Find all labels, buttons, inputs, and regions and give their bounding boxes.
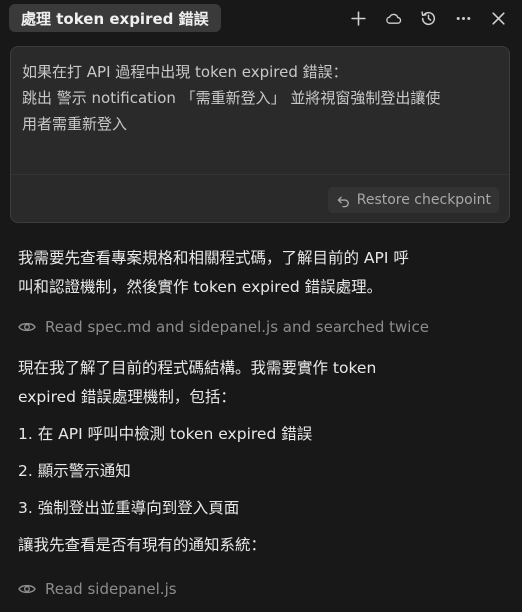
restore-checkpoint-label: Restore checkpoint	[356, 192, 491, 208]
assistant-check-note: 讓我先查看是否有現有的通知系統：	[18, 536, 267, 554]
prompt-line: 用者需重新登入	[22, 115, 128, 133]
list-item: 2. 顯示警示通知	[18, 462, 131, 480]
tool-call-read-sidepanel[interactable]: Read sidepanel.js	[18, 580, 498, 598]
plan-line: 現在我了解了目前的程式碼結構。我需要實作 token	[18, 359, 377, 377]
assistant-intro: 我需要先查看專案規格和相關程式碼，了解目前的 API 呼 叫和認證機制，然後實作…	[18, 244, 498, 302]
prompt-divider	[11, 174, 509, 175]
intro-line: 叫和認證機制，然後實作 token expired 錯誤處理。	[18, 278, 383, 296]
eye-icon	[18, 322, 36, 332]
eye-icon	[18, 584, 36, 594]
list-item: 1. 在 API 呼叫中檢測 token expired 錯誤	[18, 425, 313, 443]
undo-icon	[337, 196, 349, 207]
prompt-line: 如果在打 API 過程中出現 token expired 錯誤：	[22, 63, 348, 81]
header-toolbar	[346, 6, 510, 30]
chat-title-tab[interactable]: 處理 token expired 錯誤	[9, 4, 221, 32]
list-item: 3. 強制登出並重導向到登入頁面	[18, 499, 240, 517]
user-prompt-box[interactable]: 如果在打 API 過程中出現 token expired 錯誤： 跳出 警示 no…	[10, 46, 510, 223]
new-chat-button[interactable]	[346, 6, 370, 30]
close-button[interactable]	[486, 6, 510, 30]
more-options-button[interactable]	[451, 6, 475, 30]
tool-call-read-files[interactable]: Read spec.md and sidepanel.js and search…	[18, 318, 498, 336]
assistant-response: 我需要先查看專案規格和相關程式碼，了解目前的 API 呼 叫和認證機制，然後實作…	[18, 244, 498, 598]
plan-line: expired 錯誤處理機制，包括：	[18, 388, 236, 406]
chat-title: 處理 token expired 錯誤	[21, 9, 209, 28]
user-prompt-text: 如果在打 API 過程中出現 token expired 錯誤： 跳出 警示 no…	[22, 59, 502, 137]
history-button[interactable]	[416, 6, 440, 30]
intro-line: 我需要先查看專案規格和相關程式碼，了解目前的 API 呼	[18, 249, 409, 267]
history-icon	[420, 10, 435, 25]
plus-icon	[350, 10, 366, 26]
prompt-line: 跳出 警示 notification 「需重新登入」 並將視窗強制登出讓使	[22, 89, 441, 107]
restore-checkpoint-button[interactable]: Restore checkpoint	[327, 187, 499, 213]
cloud-icon	[385, 13, 401, 24]
more-icon	[456, 16, 470, 20]
panel-header: 處理 token expired 錯誤	[0, 0, 522, 36]
cloud-button[interactable]	[381, 6, 405, 30]
close-icon	[491, 11, 505, 25]
tool-call-label: Read sidepanel.js	[45, 580, 177, 598]
assistant-plan: 現在我了解了目前的程式碼結構。我需要實作 token expired 錯誤處理機…	[18, 354, 498, 412]
tool-call-label: Read spec.md and sidepanel.js and search…	[45, 318, 429, 336]
